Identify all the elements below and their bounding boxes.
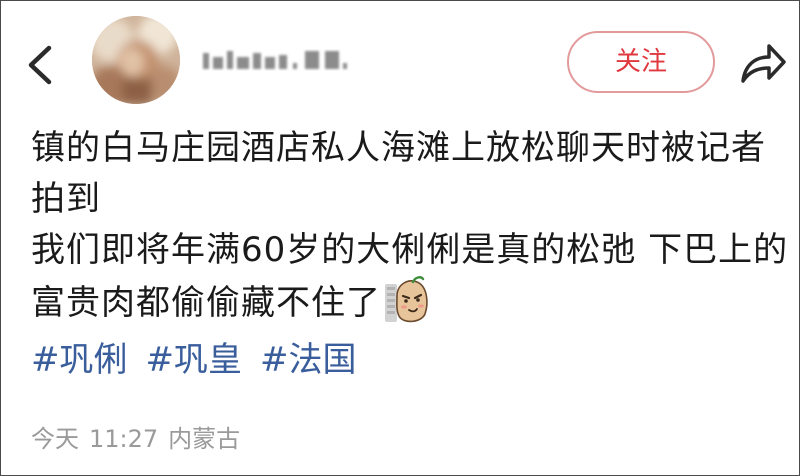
post-text-line: 镇的白马庄园酒店私人海滩上放松聊天时被记者: [31, 128, 766, 168]
sly-potato-sticker-icon: [385, 276, 428, 323]
post-text-line: 我们即将年满60岁的大俐俐是真的松弛 下巴上的: [31, 230, 789, 270]
hashtag-link[interactable]: #法国: [260, 340, 357, 380]
post-location: 内蒙古: [168, 425, 241, 453]
avatar[interactable]: [92, 16, 180, 104]
post-text: 镇的白马庄园酒店私人海滩上放松聊天时被记者 拍到 我们即将年满60岁的大俐俐是真…: [31, 123, 791, 329]
post-text-line: 富贵肉都偷偷藏不住了: [31, 283, 381, 323]
post-day: 今天: [31, 425, 79, 453]
follow-button[interactable]: 关注: [567, 31, 715, 93]
hashtag-link[interactable]: #巩皇: [146, 340, 243, 380]
hashtag-link[interactable]: #巩俐: [31, 340, 128, 380]
post-text-line: 拍到: [31, 179, 101, 219]
hashtag-list: #巩俐 #巩皇 #法国: [31, 335, 375, 385]
post-screen: ▎█▇▆█ ▇▆ 关注 镇的白马庄园酒店私人海滩上放松聊天时被记者 拍到 我们即…: [0, 0, 800, 476]
username-pixelated: [203, 51, 347, 69]
post-meta: 今天 11:27 内蒙古: [31, 423, 250, 455]
post-time: 11:27: [89, 425, 159, 453]
post-text-line-last: 富贵肉都偷偷藏不住了: [31, 276, 791, 329]
back-chevron-icon[interactable]: [23, 45, 59, 85]
share-arrow-icon[interactable]: [739, 41, 787, 85]
